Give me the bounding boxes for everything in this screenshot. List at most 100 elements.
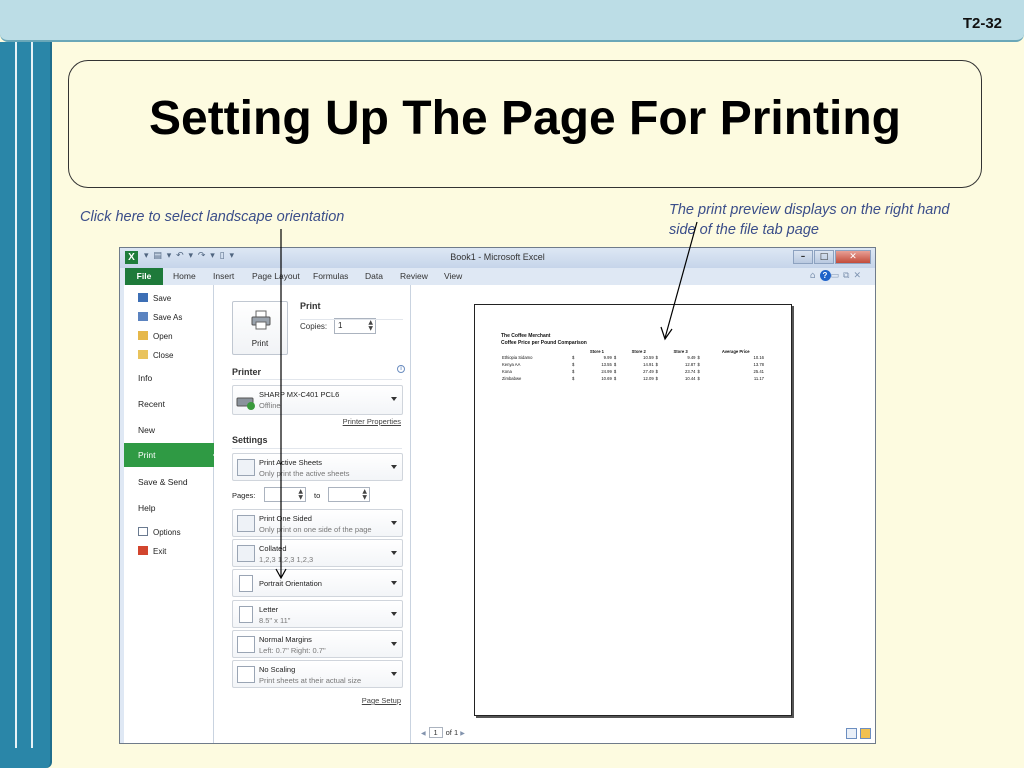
nav-help[interactable]: Help [138,503,155,513]
exit-icon [138,546,148,555]
show-margins-icon[interactable] [846,728,857,739]
print-button-label: Print [251,339,269,348]
paper-size-dropdown[interactable]: Letter 8.5" x 11" [232,600,403,628]
help-icon[interactable]: ? [819,270,831,281]
minimize-button[interactable]: – [793,250,813,264]
left-bar-stripe [15,42,17,748]
tab-data[interactable]: Data [365,271,383,281]
nav-options[interactable]: Options [138,527,181,537]
nav-print[interactable]: Print [124,443,219,467]
zoom-to-page-icon[interactable] [860,728,871,739]
printer-icon [251,310,271,330]
tab-view[interactable]: View [444,271,462,281]
printer-offline-icon [236,397,255,410]
ribbon-right-controls: ⌂? ▭⧉✕ [810,270,865,281]
restore-icon[interactable]: ▭ [831,271,844,281]
printer-name: SHARP MX-C401 PCL6 [259,390,340,399]
left-bar-stripe [31,42,33,748]
print-settings-pane: Print Print Copies: 1 ▲ ▼ Printer i SHARP… [214,285,411,743]
table-row: Kenya AA $13.55 $14.91 $12.87 $13.78 [502,362,764,367]
no-scaling-icon [237,666,255,683]
nav-info[interactable]: Info [138,373,152,383]
copies-input[interactable]: 1 ▲ ▼ [334,318,376,334]
next-page-icon[interactable]: ▶ [460,731,465,737]
window-titlebar: X ▾ ▤ ▾ ↶ ▾ ↷ ▾ ▯ ▾ Book1 - Microsoft Ex… [120,248,875,268]
tab-file[interactable]: File [125,268,163,285]
nav-open[interactable]: Open [138,331,173,341]
preview-title: The Coffee Merchant [501,333,551,339]
tab-page-layout[interactable]: Page Layout [252,271,300,281]
print-what-dropdown[interactable]: Print Active Sheets Only print the activ… [232,453,403,481]
printer-dropdown[interactable]: SHARP MX-C401 PCL6 Offline [232,385,403,415]
preview-page: The Coffee Merchant Coffee Price per Pou… [474,304,792,716]
pages-from-spinner-icon[interactable]: ▲ ▼ [298,489,303,501]
slide-number: T2-32 [962,15,1002,32]
tab-home[interactable]: Home [173,271,196,281]
pages-label: Pages: [232,491,256,500]
scaling-dropdown[interactable]: No Scaling Print sheets at their actual … [232,660,403,688]
divider [300,319,403,320]
nav-save-as[interactable]: Save As [138,312,182,322]
active-sheets-icon [237,459,255,476]
slide-title: Setting Up The Page For Printing [148,92,901,145]
annotation-preview: The print preview displays on the right … [669,202,950,238]
table-row: Kona $24.99 $27.49 $23.74 $25.41 [502,369,764,374]
save-as-icon [138,312,148,321]
tab-review[interactable]: Review [400,271,428,281]
divider [232,448,402,449]
window-controls: – □ ✕ [793,250,871,264]
page-total-label: of 1 [445,728,459,737]
close-window-button[interactable]: ✕ [835,250,871,264]
one-sided-icon [237,515,255,532]
save-icon [138,293,148,302]
nav-save[interactable]: Save [138,293,171,303]
table-row: Ethiopia Sidamo $9.99 $10.59 $9.49 $10.1… [502,355,764,360]
sides-dropdown[interactable]: Print One Sided Only print on one side o… [232,509,403,537]
settings-heading: Settings [232,435,268,445]
chevron-down-icon [391,465,397,469]
nav-save-send[interactable]: Save & Send [138,477,188,487]
slide-title-box: Setting Up The Page For Printing [68,60,982,188]
slide-left-bar [0,42,52,768]
copies-spinner-icon[interactable]: ▲ ▼ [368,320,373,332]
options-icon [138,527,148,536]
nav-exit[interactable]: Exit [138,546,166,556]
nav-new[interactable]: New [138,425,155,435]
pages-from-input[interactable]: ▲ ▼ [264,487,306,502]
print-heading: Print [300,301,321,311]
restore-window-icon[interactable]: ⧉ [843,271,853,281]
nav-close[interactable]: Close [138,350,173,360]
orientation-dropdown[interactable]: Portrait Orientation [232,569,403,597]
tab-formulas[interactable]: Formulas [313,271,348,281]
print-preview-pane: The Coffee Merchant Coffee Price per Pou… [411,285,875,743]
chevron-down-icon [391,551,397,555]
pages-to-spinner-icon[interactable]: ▲ ▼ [362,489,367,501]
chevron-down-icon [391,581,397,585]
preview-table: Store 1 Store 2 Store 3 Average Price Et… [501,349,765,382]
close-workbook-icon[interactable]: ✕ [853,271,865,281]
divider [232,379,402,380]
printer-properties-link[interactable]: Printer Properties [343,417,401,426]
margins-dropdown[interactable]: Normal Margins Left: 0.7" Right: 0.7" [232,630,403,658]
copies-label: Copies: [300,322,328,331]
maximize-button[interactable]: □ [814,250,834,264]
window-title: Book1 - Microsoft Excel [450,252,545,262]
printer-heading: Printer [232,367,262,377]
collation-dropdown[interactable]: Collated 1,2,3 1,2,3 1,2,3 [232,539,403,567]
collated-icon [237,545,255,562]
info-icon[interactable]: i [397,365,405,373]
current-page-input[interactable]: 1 [428,727,443,738]
pages-to-input[interactable]: ▲ ▼ [328,487,370,502]
chevron-down-icon [391,397,397,401]
page-setup-link[interactable]: Page Setup [362,696,401,705]
nav-recent[interactable]: Recent [138,399,165,409]
preview-subtitle: Coffee Price per Pound Comparison [501,340,587,346]
page-navigator: ◀ 1 of 1 ▶ [421,727,465,738]
chevron-down-icon [391,642,397,646]
minimize-ribbon-icon[interactable]: ⌂ [810,271,820,281]
chevron-down-icon [391,612,397,616]
previous-page-icon[interactable]: ◀ [421,731,426,737]
print-button[interactable]: Print [232,301,288,355]
tab-insert[interactable]: Insert [213,271,234,281]
excel-window: X ▾ ▤ ▾ ↶ ▾ ↷ ▾ ▯ ▾ Book1 - Microsoft Ex… [119,247,876,744]
